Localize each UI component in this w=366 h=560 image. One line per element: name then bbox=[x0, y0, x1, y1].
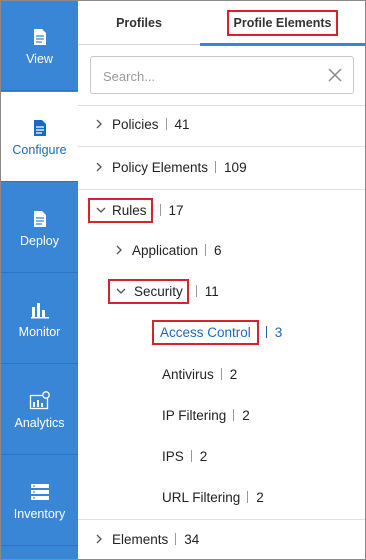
tree-item-policies[interactable]: Policies 41 bbox=[92, 106, 190, 142]
divider bbox=[78, 519, 365, 520]
tree-item-label: Rules bbox=[112, 202, 147, 218]
tree-item-count: 17 bbox=[168, 202, 184, 218]
tree-item-count: 2 bbox=[199, 448, 208, 464]
tree-item-label: Elements bbox=[112, 531, 169, 547]
tree-item-ip-filtering[interactable]: IP Filtering 2 bbox=[162, 397, 250, 433]
nav-item-label: Configure bbox=[12, 142, 67, 157]
tab-label: Profile Elements bbox=[226, 10, 339, 36]
document-icon bbox=[29, 117, 51, 139]
nav-item-label: Monitor bbox=[18, 324, 61, 339]
search-box bbox=[90, 56, 354, 94]
divider bbox=[175, 533, 177, 545]
tree-item-label: IP Filtering bbox=[162, 407, 227, 423]
close-icon[interactable] bbox=[327, 67, 343, 83]
tree-item-ips[interactable]: IPS 2 bbox=[162, 438, 207, 474]
tree-item-count: 34 bbox=[184, 531, 200, 547]
divider bbox=[215, 161, 217, 173]
tab-bar: Profiles Profile Elements bbox=[78, 1, 365, 46]
tree-item-label: URL Filtering bbox=[162, 489, 241, 505]
active-tab-indicator bbox=[200, 43, 365, 46]
divider bbox=[233, 409, 235, 421]
nav-item-label: Analytics bbox=[14, 415, 65, 430]
nav-item-analytics[interactable]: Analytics bbox=[1, 365, 78, 455]
tree-item-access-control[interactable]: Access Control 3 bbox=[152, 314, 282, 350]
chevron-down-icon[interactable] bbox=[114, 284, 128, 298]
tree-item-security[interactable]: Security 11 bbox=[108, 273, 219, 309]
tree-item-policy-elements[interactable]: Policy Elements 109 bbox=[92, 149, 247, 185]
tree-item-label: IPS bbox=[162, 448, 184, 464]
tree-item-label[interactable]: Access Control bbox=[158, 325, 253, 340]
nav-item-label: Inventory bbox=[13, 506, 66, 521]
chevron-right-icon[interactable] bbox=[92, 117, 106, 131]
rules-highlight: Rules bbox=[88, 197, 153, 223]
tab-profiles[interactable]: Profiles bbox=[78, 1, 200, 45]
main-panel: Profiles Profile Elements Policies 41 Po… bbox=[78, 1, 365, 559]
divider bbox=[195, 285, 197, 297]
tree-item-count: 2 bbox=[229, 366, 238, 382]
tree-item-label: Antivirus bbox=[162, 366, 214, 382]
chevron-right-icon[interactable] bbox=[92, 160, 106, 174]
tree-item-rules[interactable]: Rules 17 bbox=[88, 192, 184, 228]
nav-item-label: View bbox=[26, 51, 53, 66]
access-control-highlight: Access Control bbox=[152, 319, 259, 345]
divider bbox=[159, 204, 161, 216]
tree-item-count: 109 bbox=[224, 159, 247, 175]
nav-item-deploy[interactable]: Deploy bbox=[1, 183, 78, 273]
divider bbox=[220, 368, 222, 380]
divider bbox=[247, 491, 249, 503]
bar-chart-icon bbox=[29, 299, 51, 321]
nav-item-configure[interactable]: Configure bbox=[1, 92, 78, 182]
divider bbox=[165, 118, 167, 130]
divider bbox=[78, 189, 365, 190]
nav-item-label: Deploy bbox=[20, 233, 59, 248]
divider bbox=[265, 326, 267, 338]
tab-label: Profiles bbox=[116, 16, 162, 30]
document-icon bbox=[29, 26, 51, 48]
search-input[interactable] bbox=[103, 66, 323, 86]
server-icon bbox=[29, 481, 51, 503]
tab-profile-elements[interactable]: Profile Elements bbox=[200, 1, 365, 45]
divider bbox=[78, 146, 365, 147]
divider bbox=[205, 244, 207, 256]
tree-item-count: 6 bbox=[214, 242, 222, 258]
tree-item-label: Policies bbox=[112, 116, 159, 132]
nav-item-inventory[interactable]: Inventory bbox=[1, 456, 78, 546]
tree-item-label: Application bbox=[132, 242, 199, 258]
tree-item-url-filtering[interactable]: URL Filtering 2 bbox=[162, 479, 264, 515]
chevron-right-icon[interactable] bbox=[92, 532, 106, 546]
nav-item-monitor[interactable]: Monitor bbox=[1, 274, 78, 364]
tree-item-count: 11 bbox=[204, 283, 219, 299]
tree-item-antivirus[interactable]: Antivirus 2 bbox=[162, 356, 237, 392]
nav-item-view[interactable]: View bbox=[1, 1, 78, 91]
divider bbox=[190, 450, 192, 462]
tree-item-count: 41 bbox=[174, 116, 190, 132]
chevron-right-icon[interactable] bbox=[112, 243, 126, 257]
left-nav: View Configure Deploy Monitor Analytics … bbox=[1, 1, 78, 559]
tree-item-application[interactable]: Application 6 bbox=[112, 232, 222, 268]
tree-item-count: 2 bbox=[256, 489, 264, 505]
tree-item-count: 2 bbox=[242, 407, 250, 423]
tree-item-label: Policy Elements bbox=[112, 159, 209, 175]
chevron-down-icon[interactable] bbox=[94, 203, 108, 217]
document-icon bbox=[29, 208, 51, 230]
tree-item-label: Security bbox=[134, 283, 183, 299]
tree-item-count: 3 bbox=[274, 324, 283, 340]
security-highlight: Security bbox=[108, 278, 189, 304]
analytics-icon bbox=[29, 390, 51, 412]
tree-item-elements[interactable]: Elements 34 bbox=[92, 521, 199, 557]
